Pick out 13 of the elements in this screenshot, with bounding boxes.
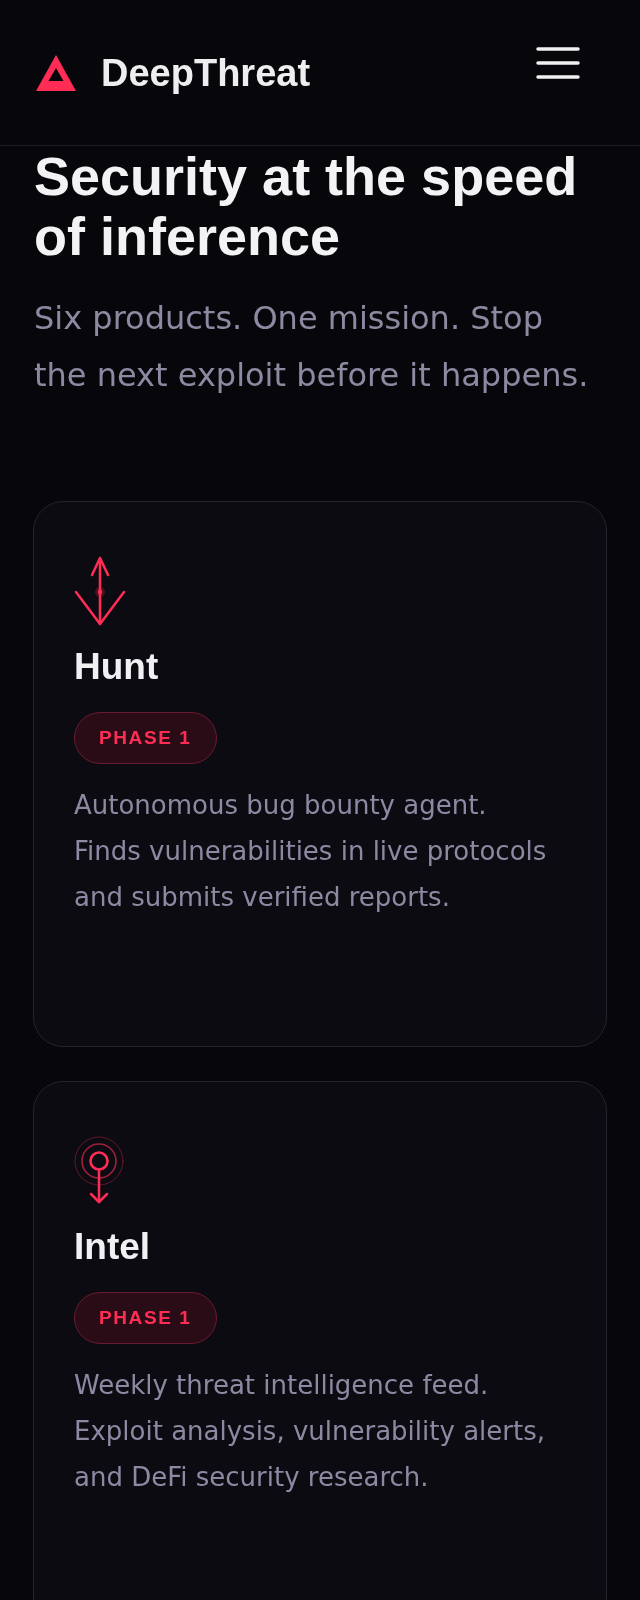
phase-badge: PHASE 1	[74, 1292, 217, 1344]
product-name: Hunt	[74, 646, 159, 688]
concentric-rings-arrow-icon	[74, 1136, 124, 1206]
product-description: Autonomous bug bounty agent. Finds vulnerabilities in live protocols and submits verified reports.	[74, 789, 548, 914]
hero-subtitle: Six products. One mission. Stop the next exploit before it happens.	[34, 298, 590, 396]
brand-name: DeepThreat	[101, 50, 311, 95]
product-description: Weekly threat intelligence feed. Exploit analysis, vulnerability alerts, and DeFi security research.	[74, 1369, 546, 1494]
arrow-chevron-icon	[74, 556, 126, 626]
menu-icon[interactable]	[536, 46, 580, 79]
hero-title: Security at the speed of inference	[34, 146, 579, 266]
phase-badge: PHASE 1	[74, 712, 217, 764]
triangle-logo-icon	[36, 54, 76, 91]
product-name: Intel	[74, 1226, 151, 1268]
